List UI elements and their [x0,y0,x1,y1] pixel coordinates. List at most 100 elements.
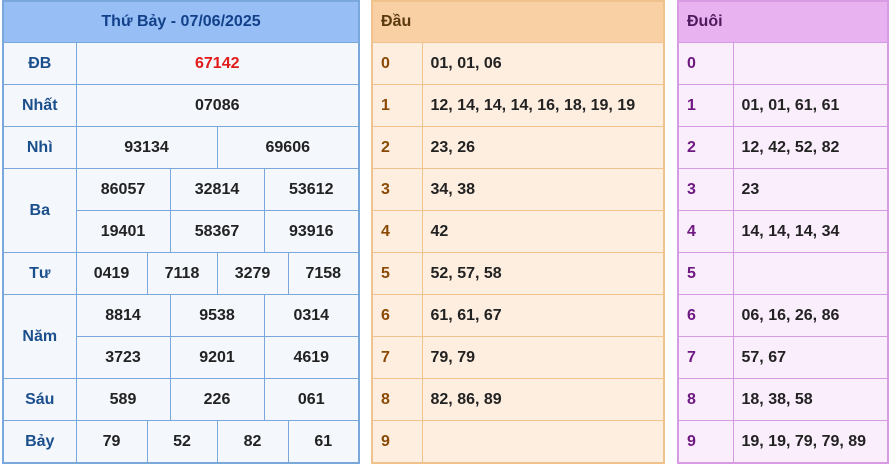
digit-cell: 6 [677,294,734,337]
number-list-cell: 79, 79 [421,336,665,379]
prize-value: 589 [75,378,171,421]
table-row: 5 [677,252,889,295]
prize-row-ba: Ba 86057 32814 53612 [2,168,360,253]
digit-cell: 6 [371,294,423,337]
prize-value: 9201 [169,336,265,379]
number-list-cell: 18, 38, 58 [732,378,889,421]
prize-value: 53612 [263,168,360,211]
prize-value: 93134 [75,126,218,169]
number-list-cell: 82, 86, 89 [421,378,665,421]
prize-value: 32814 [169,168,265,211]
prize-value: 86057 [75,168,171,211]
results-header: Thứ Bảy - 07/06/2025 [2,0,360,43]
table-row: 1 12, 14, 14, 14, 16, 18, 19, 19 [371,84,665,127]
digit-cell: 9 [371,420,423,464]
number-list-cell: 01, 01, 06 [421,42,665,85]
prize-value: 58367 [169,210,265,253]
prize-label-sau: Sáu [2,378,77,421]
number-list-cell: 01, 01, 61, 61 [732,84,889,127]
digit-cell: 7 [677,336,734,379]
prize-value: 226 [169,378,265,421]
digit-cell: 3 [371,168,423,211]
digit-cell: 8 [677,378,734,421]
number-list-cell [732,252,889,295]
head-digit-header: Đầu [371,0,665,43]
digit-cell: 0 [677,42,734,85]
table-row: 3 23 [677,168,889,211]
number-list-cell: 61, 61, 67 [421,294,665,337]
prize-value: 93916 [263,210,360,253]
prize-value: 07086 [75,84,360,127]
table-row: 2 23, 26 [371,126,665,169]
number-list-cell: 06, 16, 26, 86 [732,294,889,337]
prize-value: 7158 [287,252,360,295]
digit-cell: 0 [371,42,423,85]
digit-cell: 4 [677,210,734,253]
table-row: 5 52, 57, 58 [371,252,665,295]
digit-cell: 7 [371,336,423,379]
digit-cell: 1 [371,84,423,127]
digit-cell: 1 [677,84,734,127]
prize-label-nam: Năm [2,294,77,379]
table-row: 2 12, 42, 52, 82 [677,126,889,169]
number-list-cell: 57, 67 [732,336,889,379]
prize-row-tu: Tư 0419 7118 3279 7158 [2,252,360,295]
table-row: 1 01, 01, 61, 61 [677,84,889,127]
tail-digit-table: Đuôi 0 1 01, 01, 61, 61 2 12, 42, 52, 82 3… [677,0,889,464]
prize-row-db: ĐB 67142 [2,42,360,85]
digit-cell: 5 [371,252,423,295]
prize-value: 82 [216,420,289,464]
number-list-cell: 14, 14, 14, 34 [732,210,889,253]
number-list-cell [732,42,889,85]
prize-row-nhi: Nhì 93134 69606 [2,126,360,169]
prize-value: 4619 [263,336,360,379]
digit-cell: 2 [677,126,734,169]
table-row: 4 42 [371,210,665,253]
table-row: 8 82, 86, 89 [371,378,665,421]
prize-value: 3723 [75,336,171,379]
table-row: 6 06, 16, 26, 86 [677,294,889,337]
number-list-cell: 42 [421,210,665,253]
number-list-cell: 52, 57, 58 [421,252,665,295]
number-list-cell: 12, 14, 14, 14, 16, 18, 19, 19 [421,84,665,127]
prize-label-db: ĐB [2,42,77,85]
table-row: 4 14, 14, 14, 34 [677,210,889,253]
table-row: 9 [371,420,665,464]
number-list-cell: 19, 19, 79, 79, 89 [732,420,889,464]
prize-label-tu: Tư [2,252,77,295]
prize-label-ba: Ba [2,168,77,253]
prize-value: 9538 [169,294,265,337]
digit-cell: 3 [677,168,734,211]
digit-cell: 5 [677,252,734,295]
prize-value: 0419 [75,252,148,295]
prize-row-sau: Sáu 589 226 061 [2,378,360,421]
table-row: 9 19, 19, 79, 79, 89 [677,420,889,464]
prize-value: 3279 [216,252,289,295]
table-row: 3 34, 38 [371,168,665,211]
table-row: 0 01, 01, 06 [371,42,665,85]
prize-row-bay: Bảy 79 52 82 61 [2,420,360,464]
number-list-cell: 23, 26 [421,126,665,169]
prize-value: 8814 [75,294,171,337]
digit-cell: 9 [677,420,734,464]
digit-cell: 2 [371,126,423,169]
head-digit-table: Đầu 0 01, 01, 06 1 12, 14, 14, 14, 16, 18,… [371,0,666,464]
number-list-cell: 34, 38 [421,168,665,211]
prize-row-nam: Năm 8814 9538 0314 [2,294,360,379]
prize-row-nhat: Nhất 07086 [2,84,360,127]
prize-value: 19401 [75,210,171,253]
prize-label-nhi: Nhì [2,126,77,169]
tail-digit-header: Đuôi [677,0,889,43]
prize-value: 0314 [263,294,360,337]
table-row: 7 79, 79 [371,336,665,379]
table-row: 0 [677,42,889,85]
table-row: 8 18, 38, 58 [677,378,889,421]
number-list-cell: 23 [732,168,889,211]
prize-value: 52 [146,420,218,464]
table-row: 6 61, 61, 67 [371,294,665,337]
prize-value: 61 [287,420,360,464]
lottery-results-table: Thứ Bảy - 07/06/2025 ĐB 67142 Nhất 07086… [2,0,361,464]
number-list-cell [421,420,665,464]
prize-value: 69606 [216,126,360,169]
prize-label-nhat: Nhất [2,84,77,127]
